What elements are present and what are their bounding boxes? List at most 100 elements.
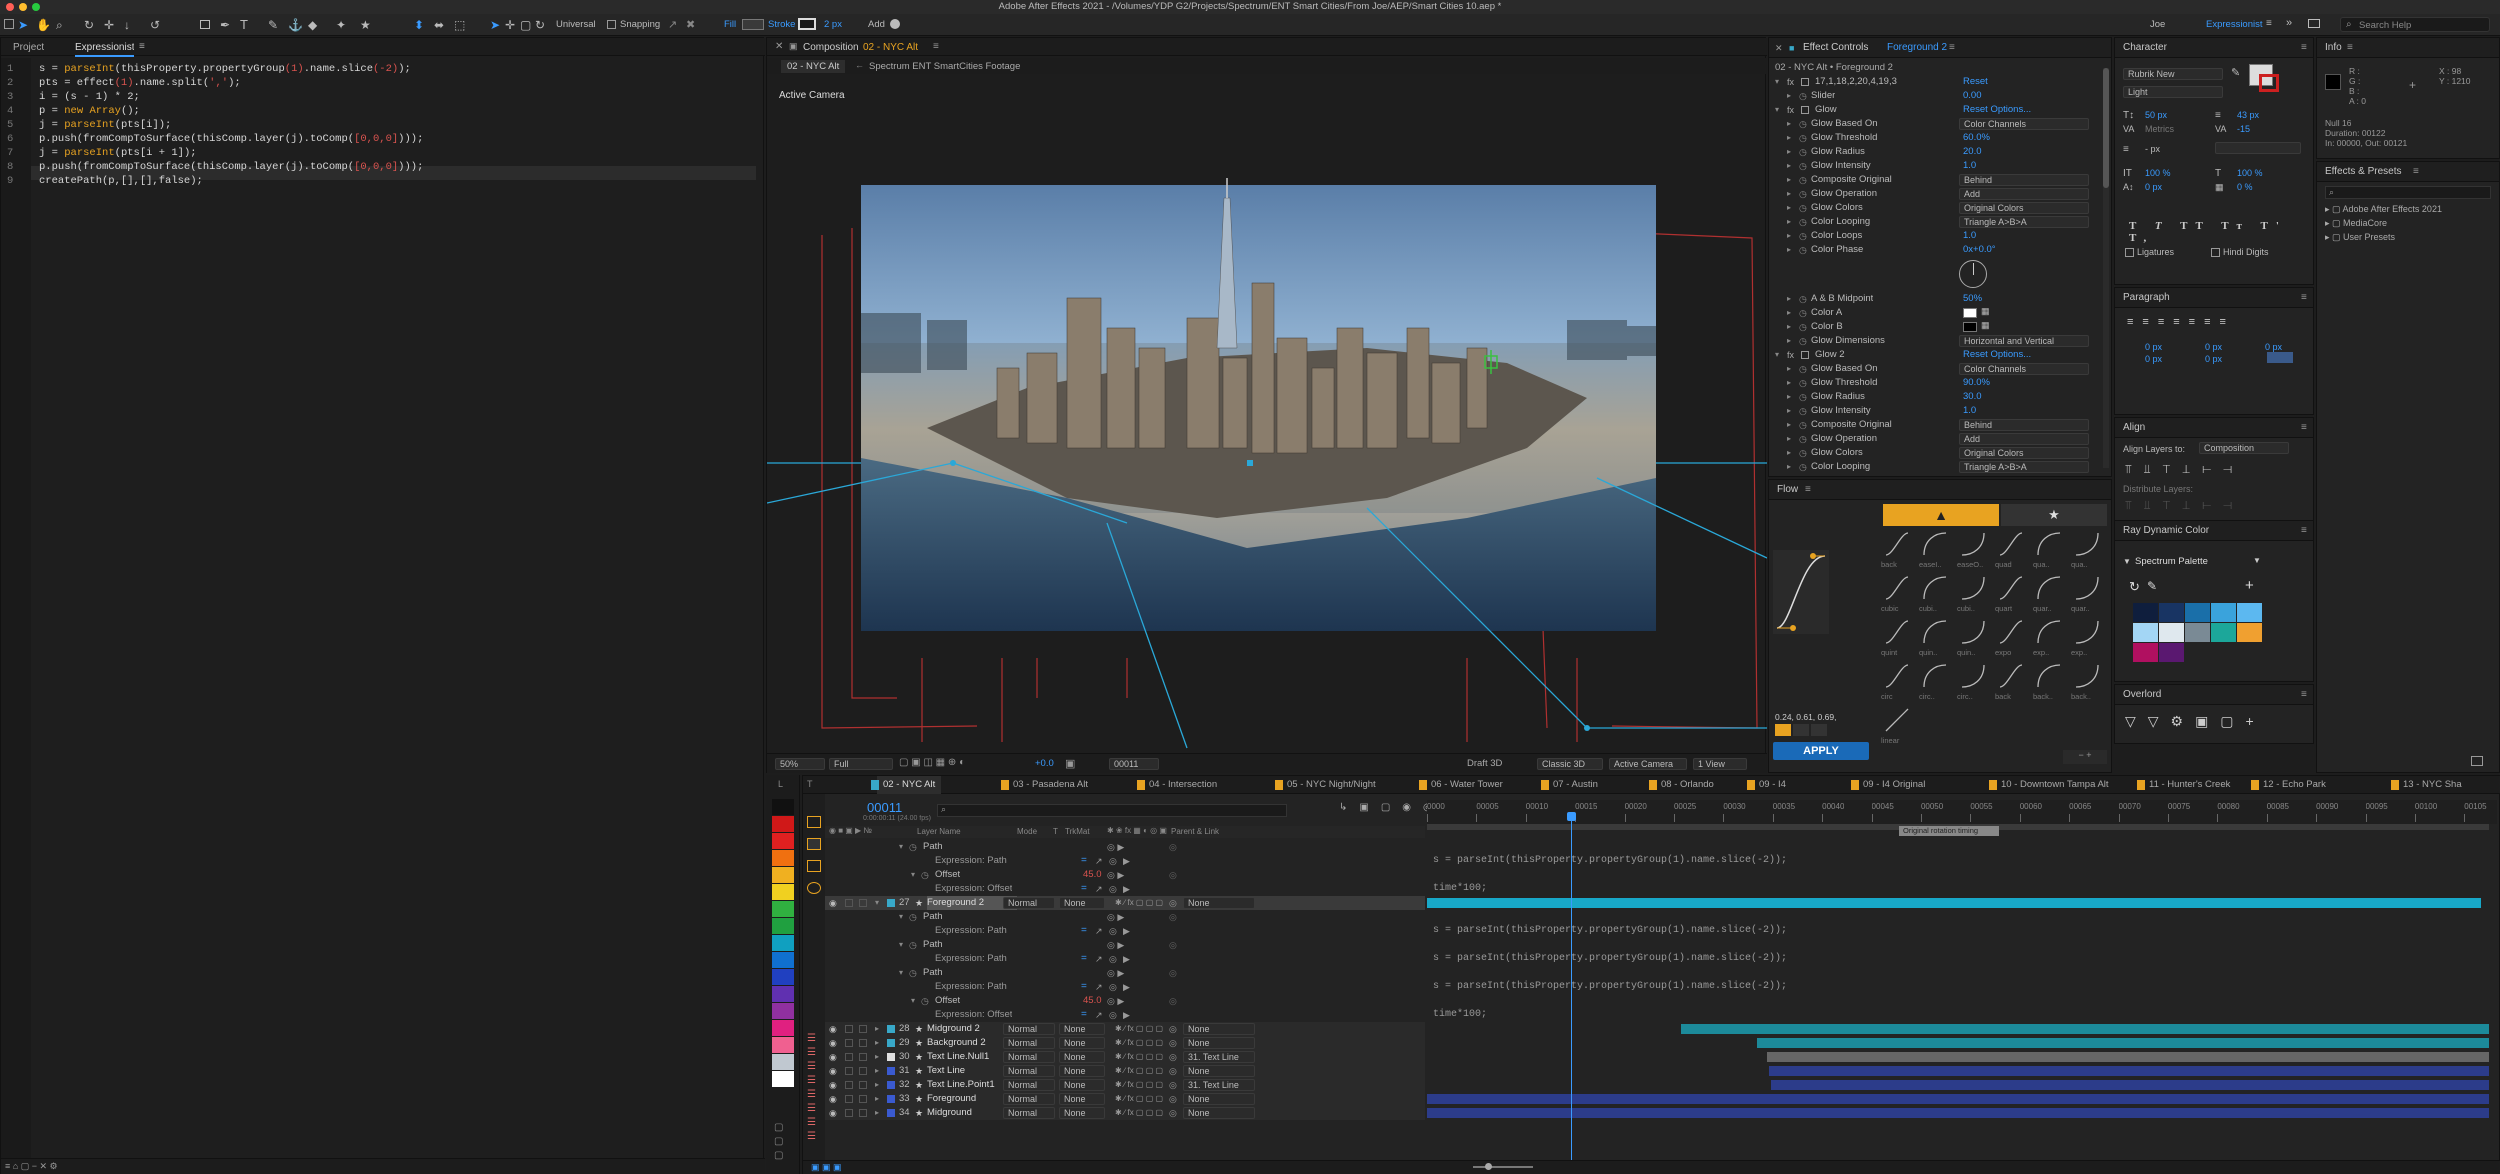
expr-graph-icon[interactable]: ↗ xyxy=(1095,882,1103,896)
layer-switches[interactable]: ✱ ∕ fx ▢ ▢ ▢ xyxy=(1115,1064,1163,1078)
expand-arrow-icon[interactable]: ▾ xyxy=(1775,75,1779,89)
expr-graph-icon[interactable]: ↗ xyxy=(1095,924,1103,938)
stopwatch-icon[interactable]: ◷ xyxy=(1799,320,1807,334)
timeline-row[interactable]: ▾ ◷ Path ◎ ▶ ◎ xyxy=(825,938,1425,952)
parent-pickwhip-icon[interactable]: ◎ xyxy=(1169,1064,1177,1078)
expand-arrow-icon[interactable]: ▸ xyxy=(1787,145,1791,159)
expand-arrow-icon[interactable]: ▾ xyxy=(1775,348,1779,362)
selection-tool-icon[interactable]: ➤ xyxy=(18,18,28,32)
stopwatch-icon[interactable]: ◷ xyxy=(921,868,929,882)
flow-preset-button[interactable] xyxy=(1997,662,2025,690)
font-family-dropdown[interactable]: Rubrik New xyxy=(2123,68,2223,80)
timeline-tab[interactable]: 03 - Pasadena Alt xyxy=(1001,776,1094,794)
code-line[interactable]: createPath(p,[],[],false); xyxy=(39,174,203,188)
palette-color-swatch[interactable] xyxy=(2133,603,2158,622)
comp-tab-name[interactable]: 02 - NYC Alt xyxy=(863,42,918,53)
stopwatch-icon[interactable]: ◷ xyxy=(1799,334,1807,348)
ec-property-dropdown[interactable]: Original Colors xyxy=(1959,447,2089,459)
label-color-swatch[interactable] xyxy=(772,969,794,985)
label-color-swatch[interactable] xyxy=(772,901,794,917)
color-b-eyedropper-icon[interactable]: ▦ xyxy=(1981,320,1990,331)
align-target-dropdown[interactable]: Composition xyxy=(2199,442,2289,454)
info-menu-icon[interactable]: ≡ xyxy=(2347,38,2353,58)
palette-color-swatch[interactable] xyxy=(2185,603,2210,622)
expand-arrow-icon[interactable]: ▸ xyxy=(1787,292,1791,306)
layer-trkmat-dropdown[interactable]: None xyxy=(1059,1051,1105,1063)
effects-menu-icon[interactable]: ≡ xyxy=(2413,162,2419,182)
ec-property-dropdown[interactable]: Horizontal and Vertical xyxy=(1959,335,2089,347)
code-line[interactable]: j = parseInt(pts[i]); xyxy=(39,118,171,132)
ec-property-dropdown[interactable]: Triangle A>B>A xyxy=(1959,461,2089,473)
lock-toggle[interactable] xyxy=(859,1067,867,1075)
expand-layer-icon[interactable]: ▸ xyxy=(875,1064,879,1078)
brush-tool-icon[interactable]: ✎ xyxy=(268,18,278,32)
property-value[interactable]: 45.0 xyxy=(1083,868,1102,882)
flow-preset-button[interactable] xyxy=(1959,574,1987,602)
expression-text[interactable]: s = parseInt(thisProperty.propertyGroup(… xyxy=(1433,925,1787,936)
fill-label[interactable]: Fill xyxy=(724,19,736,30)
palette-color-swatch[interactable] xyxy=(2133,643,2158,662)
parent-dropdown[interactable]: None xyxy=(1183,1093,1255,1105)
solo-toggle[interactable] xyxy=(845,1025,853,1033)
stopwatch-icon[interactable]: ◷ xyxy=(909,910,917,924)
timeline-search-field[interactable]: ⌕ xyxy=(937,804,1287,817)
expr-graph-icon[interactable]: ↗ xyxy=(1095,1008,1103,1022)
flow-preset-button[interactable] xyxy=(1921,618,1949,646)
flow-curve-editor[interactable] xyxy=(1773,550,1829,634)
lock-toggle[interactable] xyxy=(859,1025,867,1033)
visibility-eye-icon[interactable]: ◉ xyxy=(829,1092,837,1106)
expand-layer-icon[interactable]: ▸ xyxy=(875,1106,879,1120)
stopwatch-icon[interactable]: ◷ xyxy=(1799,362,1807,376)
ec-row[interactable]: ▸ ◷ Color Looping Triangle A>B>A xyxy=(1769,460,2099,474)
palette-color-swatch[interactable] xyxy=(2211,623,2236,642)
label-color-swatch[interactable] xyxy=(772,850,794,866)
timeline-tool-a[interactable] xyxy=(807,816,821,828)
ec-row[interactable]: ▸ ◷ Glow Radius 30.0 xyxy=(1769,390,2099,404)
flow-preset-button[interactable] xyxy=(1997,618,2025,646)
effects-tree-item[interactable]: ▸ ▢ User Presets xyxy=(2325,232,2495,244)
parent-dropdown[interactable]: 31. Text Line xyxy=(1183,1079,1255,1091)
timeline-tab[interactable]: 09 - I4 Original xyxy=(1851,776,1931,794)
code-line[interactable]: pts = effect(1).name.split(','); xyxy=(39,76,241,90)
resolution-dropdown[interactable]: Full xyxy=(829,758,893,770)
keyframe-nav-icon[interactable]: ◎ xyxy=(1169,840,1177,854)
ec-property-value[interactable]: 60.0% xyxy=(1963,131,1990,145)
expression-text[interactable]: s = parseInt(thisProperty.propertyGroup(… xyxy=(1433,855,1787,866)
keyframe-nav-icon[interactable]: ◎ xyxy=(1169,938,1177,952)
parent-dropdown[interactable]: None xyxy=(1183,1107,1255,1119)
layer-duration-bar[interactable] xyxy=(1681,1024,2489,1034)
subtab-other[interactable]: Spectrum ENT SmartCities Footage xyxy=(869,61,1020,72)
expr-equals-icon[interactable]: = xyxy=(1081,854,1087,868)
expand-arrow-icon[interactable]: ▸ xyxy=(1787,243,1791,257)
lock-toggle[interactable] xyxy=(859,899,867,907)
solo-toggle[interactable] xyxy=(845,1109,853,1117)
close-panel-icon[interactable]: ✕ xyxy=(1775,38,1783,58)
flow-preset-button[interactable] xyxy=(1921,662,1949,690)
code-line[interactable]: s = parseInt(thisProperty.propertyGroup(… xyxy=(39,62,411,76)
fx-toggle-icon[interactable] xyxy=(1801,106,1809,114)
expand-arrow-icon[interactable]: ▸ xyxy=(1787,418,1791,432)
flow-tab-presets[interactable]: ▲ xyxy=(1883,504,1999,526)
parent-dropdown[interactable]: None xyxy=(1183,1037,1255,1049)
timeline-tool-b[interactable] xyxy=(807,838,821,850)
solo-toggle[interactable] xyxy=(845,1039,853,1047)
ec-row[interactable]: ▸ ◷ Composite Original Behind xyxy=(1769,418,2099,432)
palette-expand-icon[interactable]: ▼ xyxy=(2123,557,2131,566)
ec-property-value[interactable]: 1.0 xyxy=(1963,229,1976,243)
color-b-swatch[interactable] xyxy=(1963,322,1977,332)
flow-preset-button[interactable] xyxy=(2073,618,2101,646)
apply-button[interactable]: APPLY xyxy=(1773,742,1869,760)
font-size-value[interactable]: 50 px xyxy=(2145,110,2167,120)
expand-prop-icon[interactable]: ▾ xyxy=(899,966,903,980)
expand-layer-icon[interactable]: ▸ xyxy=(875,1050,879,1064)
timeline-row[interactable]: ▾ ◷ Path ◎ ▶ ◎ xyxy=(825,910,1425,924)
zoom-tool-icon[interactable]: ⌕ xyxy=(56,18,63,33)
keyframe-nav-icon[interactable]: ◎ xyxy=(1169,868,1177,882)
layer-mode-dropdown[interactable]: Normal xyxy=(1003,1023,1055,1035)
code-line[interactable]: j = parseInt(pts[i + 1]); xyxy=(39,146,197,160)
stopwatch-icon[interactable]: ◷ xyxy=(1799,446,1807,460)
expr-graph-icon[interactable]: ↗ xyxy=(1095,952,1103,966)
snap-option-icon[interactable]: ↗ xyxy=(668,18,677,31)
ec-property-value[interactable]: 90.0% xyxy=(1963,376,1990,390)
camera-reset-icon[interactable]: ↻ xyxy=(535,18,545,32)
